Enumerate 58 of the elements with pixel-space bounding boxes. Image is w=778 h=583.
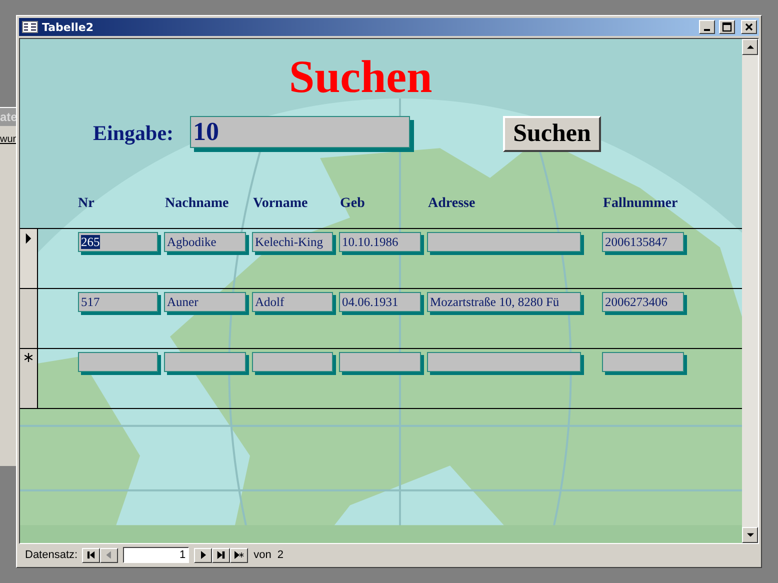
record-field[interactable] (339, 352, 421, 372)
column-header: Geb (340, 196, 366, 213)
record-number-field[interactable]: 1 (122, 547, 189, 563)
prev-record-icon (104, 550, 114, 560)
column-header: Adresse (428, 196, 476, 213)
maximize-button[interactable] (719, 20, 735, 34)
scroll-up-button[interactable] (742, 39, 758, 55)
close-icon (744, 22, 754, 32)
down-arrow-icon (746, 533, 754, 537)
form-heading: Suchen (289, 52, 432, 102)
record-field[interactable] (602, 352, 684, 372)
window-title: Tabelle2 (42, 20, 94, 34)
input-label: Eingabe: (93, 121, 175, 146)
form-icon (22, 21, 38, 33)
record-field[interactable]: Mozartstraße 10, 8280 Fü (427, 292, 581, 312)
navigation-button[interactable] (212, 548, 230, 562)
record-field[interactable]: 517 (78, 292, 158, 312)
navigation-button[interactable] (82, 548, 100, 562)
column-header: Fallnummer (603, 196, 679, 213)
record-selector[interactable] (20, 289, 38, 348)
maximize-icon (722, 22, 732, 32)
column-header: Nachname (165, 196, 230, 213)
record-field[interactable]: 2006135847 (602, 232, 684, 252)
record-field[interactable]: 2006273406 (602, 292, 684, 312)
navigation-button[interactable] (194, 548, 212, 562)
record-label: Datensatz: (25, 549, 78, 561)
record-field[interactable]: 10.10.1986 (339, 232, 421, 252)
new-record-icon (24, 353, 33, 362)
record-field[interactable]: Adolf (252, 292, 333, 312)
first-record-icon (86, 550, 96, 560)
record-field[interactable] (427, 232, 581, 252)
navigation-button[interactable] (230, 548, 248, 562)
menu-item[interactable]: wur (0, 134, 18, 145)
last-record-icon (216, 550, 226, 560)
record-field[interactable]: Kelechi-King (252, 232, 333, 252)
record-count: 2 (277, 549, 284, 561)
record-field[interactable]: Auner (164, 292, 246, 312)
vertical-scrollbar[interactable] (742, 39, 758, 543)
scroll-down-button[interactable] (742, 527, 758, 543)
record-selector[interactable] (20, 229, 38, 288)
record-field[interactable] (164, 352, 246, 372)
record-field[interactable]: Agbodike (164, 232, 246, 252)
record-selector[interactable] (20, 349, 38, 408)
minimize-button[interactable] (699, 20, 715, 34)
record-count-label: von (254, 549, 272, 561)
record-field[interactable] (252, 352, 333, 372)
search-button[interactable]: Suchen (503, 116, 601, 152)
current-record-icon (25, 233, 32, 244)
close-button[interactable] (741, 20, 757, 34)
record-field[interactable]: 265 (78, 232, 158, 252)
record-field[interactable] (427, 352, 581, 372)
record-field[interactable] (78, 352, 158, 372)
column-header: Nr (78, 196, 96, 213)
up-arrow-icon (746, 45, 754, 49)
new-record-icon (234, 550, 244, 560)
column-header: Vorname (253, 196, 309, 213)
record-field[interactable]: 04.06.1931 (339, 292, 421, 312)
minimize-icon (704, 29, 710, 31)
